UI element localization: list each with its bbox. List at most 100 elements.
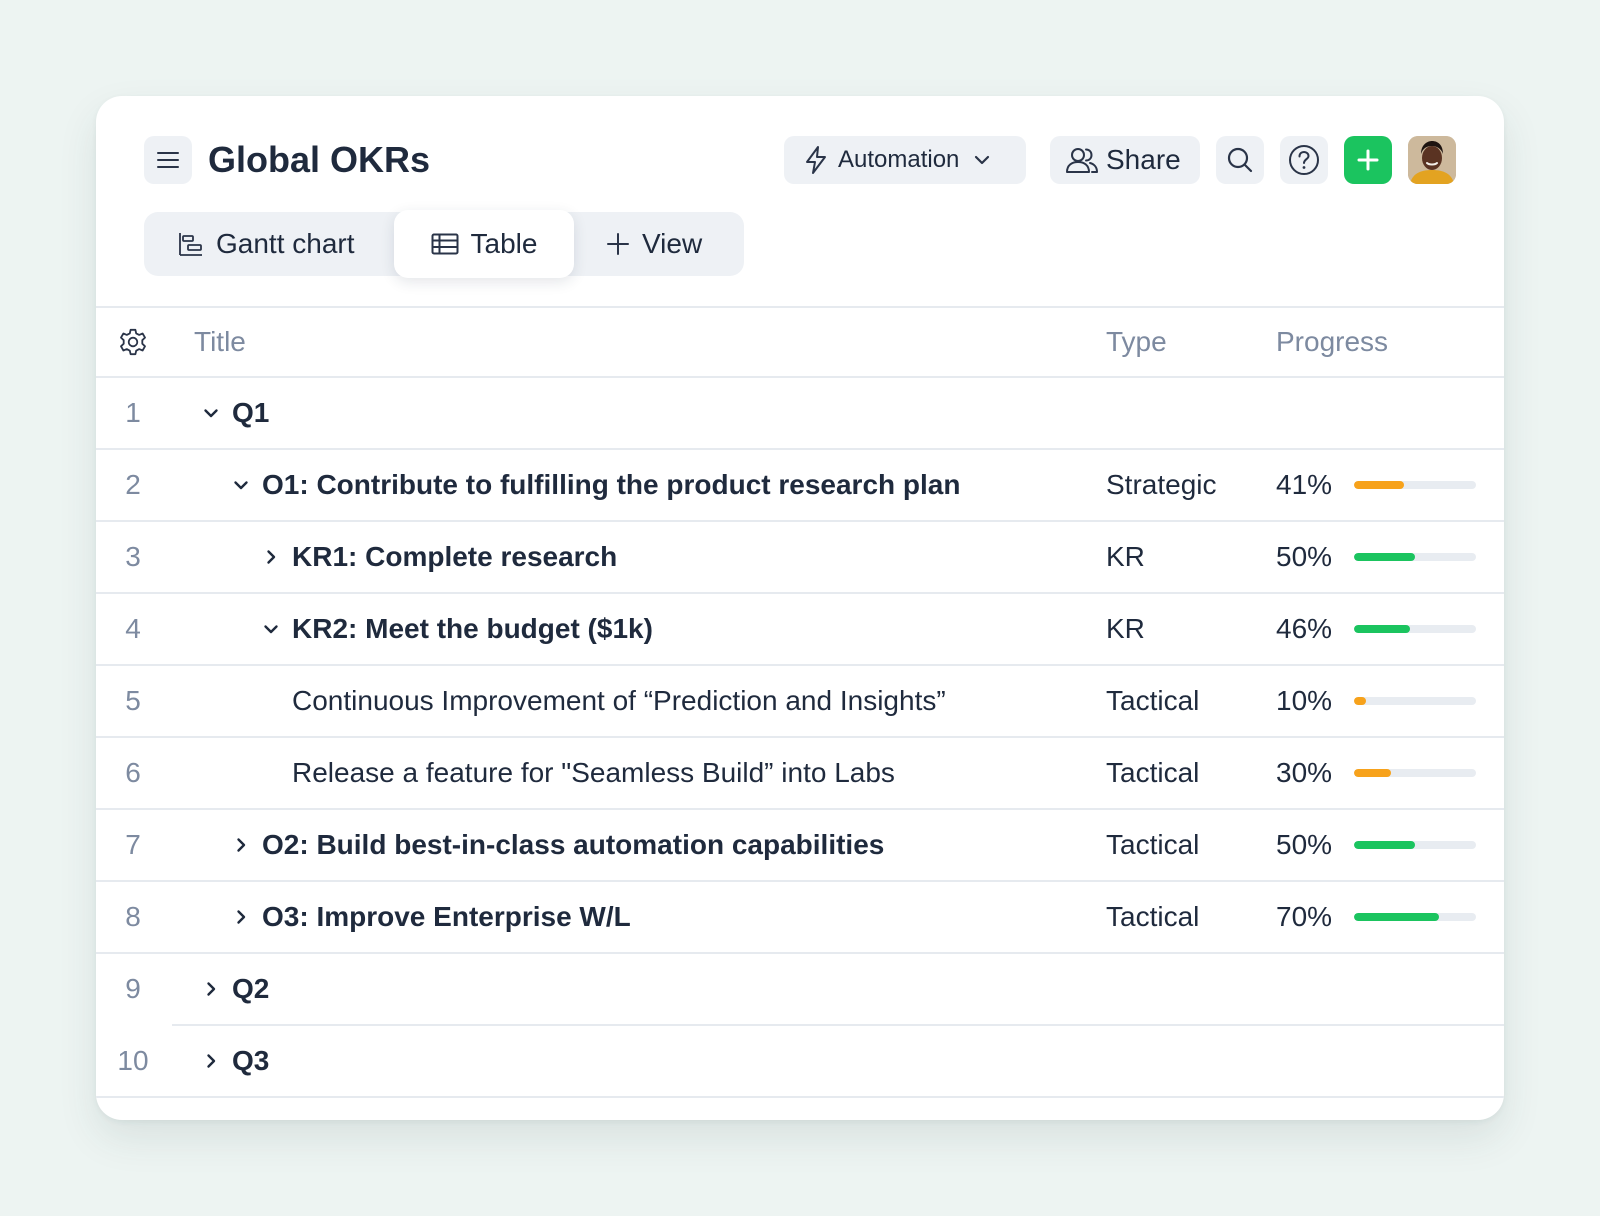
table-row[interactable]: 9 Q2 bbox=[96, 954, 1504, 1026]
row-title-cell[interactable]: KR2: Meet the budget ($1k) bbox=[256, 594, 653, 664]
tab-table-label: Table bbox=[470, 228, 538, 259]
row-progress-percent: 70% bbox=[1276, 901, 1333, 932]
row-progress-percent: 50% bbox=[1276, 541, 1333, 572]
automation-label: Automation bbox=[838, 146, 960, 173]
row-type: Tactical bbox=[1106, 757, 1200, 788]
table-row[interactable]: 5 Continuous Improvement of “Prediction a… bbox=[96, 666, 1504, 738]
chevron-right-icon[interactable] bbox=[196, 974, 226, 1004]
search-button[interactable] bbox=[1216, 136, 1264, 184]
avatar[interactable] bbox=[1408, 136, 1456, 184]
progress-bar bbox=[1354, 697, 1476, 705]
chevron-right-icon[interactable] bbox=[196, 1046, 226, 1076]
plus-icon bbox=[1357, 149, 1379, 171]
progress-bar-fill bbox=[1354, 841, 1415, 849]
table-row[interactable]: 4 KR2: Meet the budget ($1k) KR 46% bbox=[96, 594, 1504, 666]
row-title: Release a feature for "Seamless Build” i… bbox=[292, 757, 895, 788]
help-button[interactable] bbox=[1280, 136, 1328, 184]
row-number: 8 bbox=[125, 901, 141, 932]
share-button[interactable]: Share bbox=[1050, 136, 1200, 184]
row-title: Q1 bbox=[232, 397, 270, 428]
row-title-cell[interactable]: O1: Contribute to fulfilling the product… bbox=[226, 450, 960, 520]
table-icon bbox=[431, 233, 459, 255]
row-title-cell[interactable]: Q3 bbox=[196, 1026, 269, 1096]
progress-bar-fill bbox=[1354, 481, 1405, 489]
table-header-row: Title Type Progress bbox=[96, 306, 1504, 378]
progress-bar-fill bbox=[1354, 697, 1367, 705]
row-progress-percent: 46% bbox=[1276, 613, 1333, 644]
row-title-cell[interactable]: O3: Improve Enterprise W/L bbox=[226, 882, 631, 952]
row-title-cell[interactable]: Release a feature for "Seamless Build” i… bbox=[292, 738, 895, 808]
table-row[interactable]: 3 KR1: Complete research KR 50% bbox=[96, 522, 1504, 594]
row-progress-percent: 10% bbox=[1276, 685, 1333, 716]
row-type: Tactical bbox=[1106, 829, 1200, 860]
table-row[interactable]: 7 O2: Build best-in-class automation capa… bbox=[96, 810, 1504, 882]
tab-add-view-label: View bbox=[642, 228, 703, 259]
row-title: KR1: Complete research bbox=[292, 541, 618, 572]
progress-bar bbox=[1354, 913, 1476, 921]
progress-bar bbox=[1354, 769, 1476, 777]
table-row[interactable]: 1 Q1 bbox=[96, 378, 1504, 450]
row-type: KR bbox=[1106, 541, 1145, 572]
row-title: Q3 bbox=[232, 1045, 270, 1076]
row-progress-percent: 30% bbox=[1276, 757, 1333, 788]
table-row[interactable]: 8 O3: Improve Enterprise W/L Tactical 70% bbox=[96, 882, 1504, 954]
add-button[interactable] bbox=[1344, 136, 1392, 184]
users-icon bbox=[1066, 148, 1098, 173]
help-icon bbox=[1289, 145, 1319, 175]
gantt-chart-icon bbox=[179, 233, 202, 256]
chevron-right-icon[interactable] bbox=[226, 902, 256, 932]
row-title: Continuous Improvement of “Prediction an… bbox=[292, 685, 946, 716]
row-number: 9 bbox=[125, 973, 141, 1004]
row-title-cell[interactable]: Q2 bbox=[196, 954, 269, 1024]
row-title: O1: Contribute to fulfilling the product… bbox=[262, 469, 961, 500]
chevron-right-icon[interactable] bbox=[226, 830, 256, 860]
column-header-title[interactable]: Title bbox=[194, 308, 246, 376]
row-title-cell[interactable]: O2: Build best-in-class automation capab… bbox=[226, 810, 884, 880]
table-row[interactable]: 2 O1: Contribute to fulfilling the produc… bbox=[96, 450, 1504, 522]
view-tabs: Gantt chart Table View bbox=[144, 210, 744, 278]
row-number: 4 bbox=[125, 613, 141, 644]
row-progress-percent: 41% bbox=[1276, 469, 1333, 500]
row-title-cell[interactable]: Continuous Improvement of “Prediction an… bbox=[292, 666, 946, 736]
progress-bar-fill bbox=[1354, 769, 1391, 777]
chevron-down-icon bbox=[975, 155, 990, 165]
okr-card: Global OKRs Automation Share Gantt chart… bbox=[96, 96, 1504, 1120]
share-label: Share bbox=[1106, 144, 1181, 175]
row-number: 6 bbox=[125, 757, 141, 788]
row-type: Tactical bbox=[1106, 685, 1200, 716]
column-header-type[interactable]: Type bbox=[1106, 308, 1167, 376]
row-number: 1 bbox=[125, 397, 141, 428]
chevron-down-icon[interactable] bbox=[226, 470, 256, 500]
table-settings-button[interactable] bbox=[96, 308, 170, 376]
chevron-down-icon[interactable] bbox=[196, 398, 226, 428]
row-number: 7 bbox=[125, 829, 141, 860]
chevron-right-icon[interactable] bbox=[256, 542, 286, 572]
row-type: Strategic bbox=[1106, 469, 1217, 500]
tab-table[interactable]: Table bbox=[394, 210, 574, 278]
column-header-progress[interactable]: Progress bbox=[1276, 308, 1388, 376]
row-type: Tactical bbox=[1106, 901, 1200, 932]
progress-bar bbox=[1354, 553, 1476, 561]
progress-bar-fill bbox=[1354, 913, 1440, 921]
chevron-down-icon[interactable] bbox=[256, 614, 286, 644]
progress-bar-fill bbox=[1354, 625, 1411, 633]
tab-gantt-chart[interactable]: Gantt chart bbox=[178, 212, 355, 276]
search-icon bbox=[1227, 147, 1253, 173]
menu-button[interactable] bbox=[144, 136, 192, 184]
row-title-cell[interactable]: Q1 bbox=[196, 378, 269, 448]
automation-button[interactable]: Automation bbox=[784, 136, 1026, 184]
row-title: KR2: Meet the budget ($1k) bbox=[292, 613, 653, 644]
hamburger-menu-icon bbox=[157, 152, 179, 168]
tab-gantt-chart-label: Gantt chart bbox=[216, 228, 355, 259]
row-number: 10 bbox=[117, 1045, 149, 1076]
user-photo-icon bbox=[1408, 136, 1456, 184]
row-title: O2: Build best-in-class automation capab… bbox=[262, 829, 885, 860]
tab-add-view[interactable]: View bbox=[606, 212, 702, 276]
row-title-cell[interactable]: KR1: Complete research bbox=[256, 522, 617, 592]
table-body: 1 Q1 2 O1: Contribute to fulfilling the pro… bbox=[96, 378, 1504, 1098]
okr-table: Title Type Progress 1 Q1 2 O1: Contribute t… bbox=[96, 306, 1504, 1098]
progress-bar bbox=[1354, 481, 1476, 489]
table-row[interactable]: 10 Q3 bbox=[96, 1026, 1504, 1098]
table-row[interactable]: 6 Release a feature for "Seamless Build” … bbox=[96, 738, 1504, 810]
lightning-icon bbox=[806, 146, 826, 174]
